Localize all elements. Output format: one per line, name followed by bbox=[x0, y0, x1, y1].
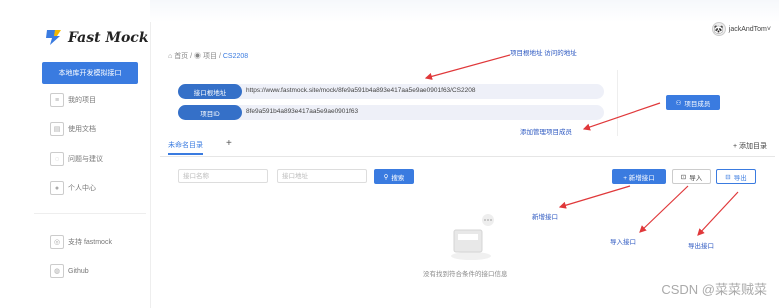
new-api-button[interactable]: + 新增接口 bbox=[612, 169, 666, 184]
project-members-button[interactable]: ⚇ 项目成员 bbox=[666, 95, 720, 110]
sidebar: Fast Mock 本地库开发模拟接口 ≡ 我的项目 ▤ 使用文档 ◌ 问题与建… bbox=[0, 0, 151, 308]
avatar: 🐼 bbox=[711, 22, 726, 36]
home-icon: ⌂ bbox=[168, 53, 173, 60]
project-id-row: 项目ID 8fe9a591b4a893e417aa5e9ae0901f63 bbox=[178, 105, 604, 120]
empty-inbox-icon bbox=[451, 214, 494, 260]
add-directory-button[interactable]: + 添加目录 bbox=[733, 141, 767, 151]
import-icon: ⊡ bbox=[680, 173, 687, 181]
logo[interactable]: Fast Mock bbox=[44, 28, 149, 48]
annotation-new-api: 新增接口 bbox=[532, 214, 558, 221]
search-button[interactable]: ⚲ 搜索 bbox=[374, 169, 414, 184]
project-info-panel: 接口根地址 https://www.fastmock.site/mock/8fe… bbox=[170, 72, 618, 132]
root-url-value[interactable]: https://www.fastmock.site/mock/8fe9a591b… bbox=[246, 87, 475, 94]
api-path-input[interactable]: 接口地址 bbox=[277, 169, 367, 183]
members-icon: ⚇ bbox=[675, 99, 682, 107]
arrow-import bbox=[639, 185, 689, 233]
topbar: 🐼 jackAndTom ˅ bbox=[150, 0, 779, 36]
username: jackAndTom bbox=[728, 25, 767, 33]
annotation-members: 添加管理项目成员 bbox=[520, 129, 572, 136]
arrow-new-api bbox=[558, 185, 631, 209]
annotation-export: 导出接口 bbox=[688, 243, 714, 250]
annotation-import: 导入接口 bbox=[610, 239, 636, 246]
api-name-input[interactable]: 接口名称 bbox=[178, 169, 268, 183]
user-menu[interactable]: 🐼 jackAndTom ˅ bbox=[711, 22, 771, 36]
user-icon: ● bbox=[50, 181, 64, 195]
import-button[interactable]: ⊡ 导入 bbox=[672, 169, 711, 184]
sidebar-item-label: 问题与建议 bbox=[68, 156, 103, 163]
empty-message: 没有找到符合条件的接口信息 bbox=[423, 271, 508, 278]
breadcrumb: ⌂ 首页 / ◉ 项目 / CS2208 bbox=[168, 53, 249, 60]
breadcrumb-home[interactable]: 首页 bbox=[174, 53, 188, 60]
breadcrumb-project[interactable]: 项目 bbox=[203, 53, 217, 60]
export-button[interactable]: ⊟ 导出 bbox=[716, 169, 756, 184]
root-url-row: 接口根地址 https://www.fastmock.site/mock/8fe… bbox=[178, 84, 604, 99]
support-icon: ◎ bbox=[50, 235, 64, 249]
eye-icon: ◉ bbox=[194, 53, 202, 60]
mock-local-button[interactable]: 本地库开发模拟接口 bbox=[42, 62, 138, 84]
directory-tabs: 未命名目录 + + 添加目录 bbox=[160, 138, 775, 157]
logo-icon bbox=[46, 30, 61, 45]
sidebar-item-my-projects[interactable]: ≡ 我的项目 bbox=[50, 93, 96, 107]
add-tab-button[interactable]: + bbox=[226, 138, 232, 149]
breadcrumb-current: CS2208 bbox=[222, 53, 249, 60]
export-icon: ⊟ bbox=[725, 173, 731, 181]
sidebar-item-label: 支持 fastmock bbox=[68, 239, 112, 246]
doc-icon: ▤ bbox=[50, 122, 64, 136]
sidebar-item-github[interactable]: ◍ Github bbox=[50, 264, 89, 278]
sidebar-item-support[interactable]: ◎ 支持 fastmock bbox=[50, 235, 112, 249]
sidebar-item-label: Github bbox=[68, 267, 89, 275]
sidebar-item-label: 使用文档 bbox=[68, 126, 96, 133]
sidebar-divider bbox=[34, 213, 146, 214]
sidebar-item-feedback[interactable]: ◌ 问题与建议 bbox=[50, 152, 103, 166]
tab-unnamed-directory[interactable]: 未命名目录 bbox=[168, 140, 203, 155]
watermark: CSDN @菜菜贼菜 bbox=[661, 282, 767, 297]
feedback-icon: ◌ bbox=[50, 152, 64, 166]
sidebar-item-docs[interactable]: ▤ 使用文档 bbox=[50, 122, 96, 136]
search-icon: ⚲ bbox=[383, 173, 389, 181]
github-icon: ◍ bbox=[50, 264, 64, 278]
chevron-down-icon: ˅ bbox=[766, 25, 771, 33]
logo-text: Fast Mock bbox=[68, 30, 149, 46]
sidebar-item-label: 我的项目 bbox=[68, 97, 96, 104]
sidebar-item-label: 个人中心 bbox=[68, 185, 96, 192]
root-url-label: 接口根地址 bbox=[178, 84, 242, 99]
project-id-label: 项目ID bbox=[178, 105, 242, 120]
project-id-value[interactable]: 8fe9a591b4a893e417aa5e9ae0901f63 bbox=[246, 108, 358, 115]
arrow-export bbox=[697, 191, 739, 236]
sidebar-item-profile[interactable]: ● 个人中心 bbox=[50, 181, 96, 195]
list-icon: ≡ bbox=[50, 93, 64, 107]
annotation-root-url: 项目根地址 访问的地址 bbox=[510, 50, 577, 57]
